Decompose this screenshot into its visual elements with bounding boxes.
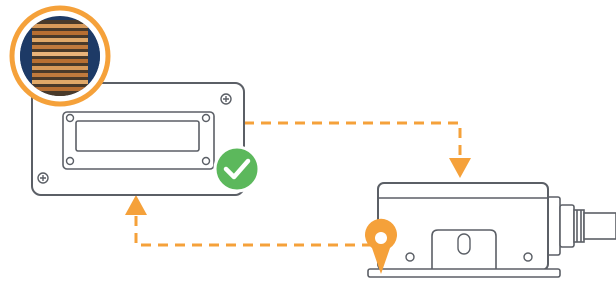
diagram-svg [9, 5, 616, 278]
arrowhead-up [125, 195, 147, 215]
diagram-canvas [0, 0, 616, 282]
arrowhead-down [449, 158, 471, 178]
sensor-housing [367, 182, 616, 278]
cable-connector [545, 196, 616, 256]
dashed-connector-top [244, 121, 462, 160]
copper-coil-closeup [9, 5, 111, 107]
dashed-connector-bottom [134, 213, 372, 247]
check-icon [213, 145, 261, 193]
